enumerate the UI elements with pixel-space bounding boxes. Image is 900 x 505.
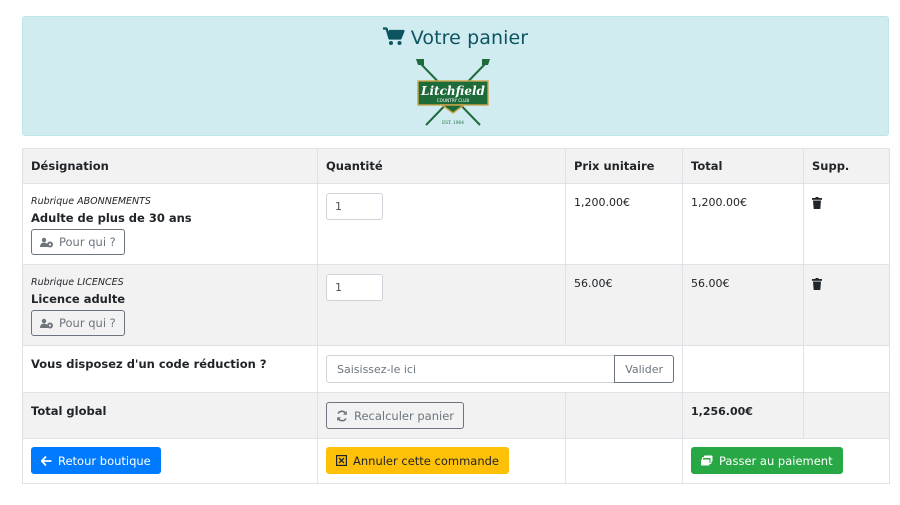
- column-header-designation: Désignation: [22, 148, 318, 184]
- back-to-shop-button[interactable]: Retour boutique: [31, 447, 161, 474]
- quantity-input[interactable]: 1: [326, 274, 383, 301]
- column-header-total: Total: [682, 148, 804, 184]
- trash-icon[interactable]: [812, 278, 881, 293]
- cancel-order-button[interactable]: Annuler cette commande: [326, 447, 510, 474]
- item-name: Adulte de plus de 30 ans: [31, 211, 192, 225]
- table-row: Rubrique ABONNEMENTS Adulte de plus de 3…: [22, 183, 890, 265]
- item-designation-cell: Rubrique ABONNEMENTS Adulte de plus de 3…: [22, 183, 318, 265]
- pay-label: Passer au paiement: [719, 453, 833, 468]
- arrow-left-icon: [41, 455, 52, 466]
- money-icon: [701, 455, 713, 466]
- cart-table: Désignation Quantité Prix unitaire Total…: [22, 148, 890, 484]
- item-total-cell: 1,200.00€: [682, 183, 804, 265]
- item-unit-price-cell: 56.00€: [565, 264, 683, 346]
- column-header-quantity: Quantité: [317, 148, 566, 184]
- recalc-cell: Recalculer panier: [317, 392, 566, 439]
- item-total: 56.00€: [691, 277, 730, 290]
- who-for-label: Pour qui ?: [59, 235, 116, 249]
- back-label: Retour boutique: [58, 453, 151, 468]
- who-for-button[interactable]: Pour qui ?: [31, 229, 125, 255]
- shopping-cart-icon: [382, 27, 405, 51]
- actions-row: Retour boutique Annuler cette commande P…: [22, 438, 890, 484]
- item-quantity-cell: 1: [317, 264, 566, 346]
- empty-cell: [565, 392, 683, 439]
- users-gear-icon: [40, 237, 53, 247]
- item-unit-price: 56.00€: [574, 277, 613, 290]
- empty-cell: [682, 345, 804, 393]
- proceed-to-payment-button[interactable]: Passer au paiement: [691, 447, 843, 474]
- who-for-button[interactable]: Pour qui ?: [31, 310, 125, 336]
- pay-cell: Passer au paiement: [682, 438, 890, 484]
- promo-label-cell: Vous disposez d'un code réduction ?: [22, 345, 318, 393]
- who-for-label: Pour qui ?: [59, 316, 116, 330]
- back-cell: Retour boutique: [22, 438, 318, 484]
- promo-input-group: Saisissez-le ici Valider: [326, 355, 674, 383]
- cancel-cell: Annuler cette commande: [317, 438, 566, 484]
- promo-row: Vous disposez d'un code réduction ? Sais…: [22, 345, 890, 393]
- grand-total-cell: 1,256.00€: [682, 392, 804, 439]
- empty-cell: [803, 392, 890, 439]
- promo-code-input[interactable]: Saisissez-le ici: [326, 355, 616, 383]
- item-total-cell: 56.00€: [682, 264, 804, 346]
- cancel-label: Annuler cette commande: [353, 453, 500, 468]
- table-row: Rubrique LICENCES Licence adulte Pour qu…: [22, 264, 890, 346]
- svg-text:COUNTRY CLUB: COUNTRY CLUB: [437, 98, 470, 103]
- item-unit-price-cell: 1,200.00€: [565, 183, 683, 265]
- item-name: Licence adulte: [31, 292, 126, 306]
- grand-total: 1,256.00€: [691, 405, 753, 418]
- cart-header: Votre panier Litchfield COUNTRY CLUB EST…: [22, 16, 889, 136]
- item-total: 1,200.00€: [691, 196, 747, 209]
- total-row: Total global Recalculer panier 1,256.00€: [22, 392, 890, 439]
- page-title: Votre panier: [23, 27, 888, 51]
- empty-cell: [803, 345, 890, 393]
- users-gear-icon: [40, 318, 53, 328]
- quantity-input[interactable]: 1: [326, 193, 383, 220]
- item-rubrique: Rubrique LICENCES: [31, 277, 124, 288]
- promo-label: Vous disposez d'un code réduction ?: [31, 357, 267, 371]
- table-header-row: Désignation Quantité Prix unitaire Total…: [22, 148, 890, 184]
- empty-cell: [565, 438, 683, 484]
- svg-text:EST. 1964: EST. 1964: [442, 121, 464, 126]
- column-header-delete: Supp.: [803, 148, 890, 184]
- item-delete-cell: [803, 264, 890, 346]
- litchfield-logo: Litchfield COUNTRY CLUB EST. 1964: [416, 59, 490, 126]
- recalculate-cart-button[interactable]: Recalculer panier: [326, 402, 465, 429]
- trash-icon[interactable]: [812, 197, 881, 212]
- validate-promo-button[interactable]: Valider: [614, 355, 674, 383]
- item-designation-cell: Rubrique LICENCES Licence adulte Pour qu…: [22, 264, 318, 346]
- close-box-icon: [336, 455, 347, 466]
- item-delete-cell: [803, 183, 890, 265]
- total-label: Total global: [31, 404, 107, 418]
- column-header-unit-price: Prix unitaire: [565, 148, 683, 184]
- recalculate-label: Recalculer panier: [354, 408, 455, 423]
- promo-input-cell: Saisissez-le ici Valider: [317, 345, 683, 393]
- svg-text:Litchfield: Litchfield: [420, 84, 485, 98]
- total-label-cell: Total global: [22, 392, 318, 439]
- item-rubrique: Rubrique ABONNEMENTS: [31, 196, 151, 207]
- refresh-icon: [337, 410, 347, 421]
- page-title-text: Votre panier: [410, 27, 529, 49]
- item-unit-price: 1,200.00€: [574, 196, 630, 209]
- item-quantity-cell: 1: [317, 183, 566, 265]
